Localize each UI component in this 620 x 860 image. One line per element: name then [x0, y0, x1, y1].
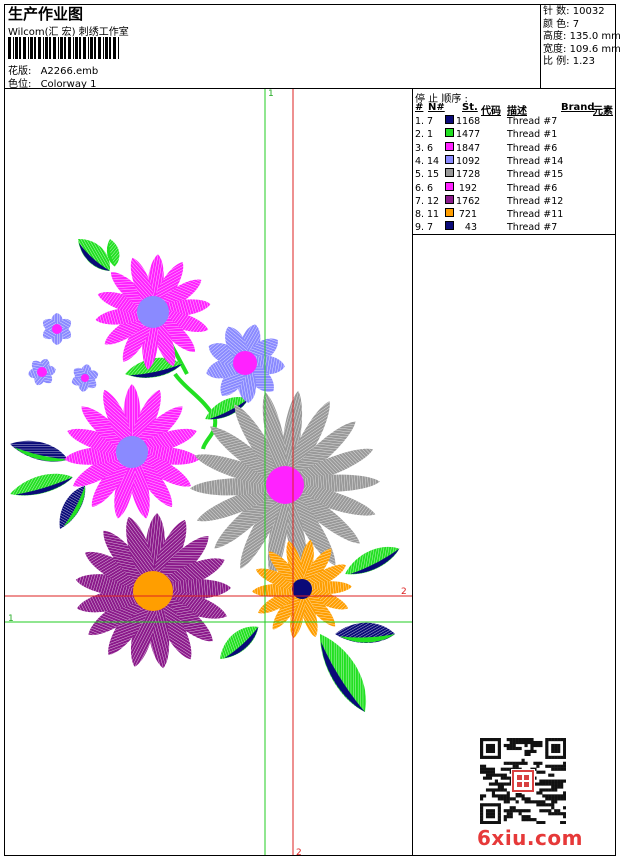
green-guide-label-left: 1 — [8, 614, 14, 624]
col-needle: N# — [428, 102, 445, 113]
stats-box: 针 数: 10032 颜 色: 7 高度: 135.0 mm 宽度: 109.6… — [543, 6, 620, 69]
stats-divider — [540, 4, 541, 89]
color-swatch — [445, 221, 454, 231]
leaf — [345, 546, 400, 575]
leaf — [10, 473, 73, 496]
row-index: 9. — [415, 222, 425, 234]
color-swatch — [445, 208, 454, 218]
row-needle: 12 — [427, 195, 440, 207]
color-swatch — [445, 115, 454, 124]
color-swatch — [445, 181, 454, 191]
stat-row: 高度: 135.0 mm — [543, 31, 620, 42]
red-guide-label-right: 2 — [401, 587, 407, 597]
row-description: Thread #11 — [507, 209, 564, 221]
sequence-row: 1. 7 1168 Thread #7 — [414, 115, 618, 128]
row-description: Thread #7 — [507, 116, 558, 127]
row-index: 8. — [415, 209, 425, 221]
color-swatch — [445, 194, 454, 204]
row-stitches: 192 — [458, 182, 477, 194]
purple-flower — [75, 513, 231, 669]
row-description: Thread #6 — [507, 182, 558, 194]
row-stitches: 43 — [464, 222, 477, 234]
row-index: 4. — [415, 155, 425, 167]
color-swatch — [445, 154, 454, 164]
row-stitches: 1477 — [456, 129, 481, 141]
sequence-row: 7. 12 1762 Thread #12 — [414, 194, 618, 208]
color-swatch — [445, 141, 454, 151]
sequence-row: 6. 6 192 Thread #6 — [414, 181, 618, 195]
seal-stamp — [511, 769, 535, 793]
pink-flower-middle — [64, 384, 200, 519]
stat-row: 比 例: 1.23 — [543, 56, 596, 67]
row-index: 2. — [415, 129, 425, 141]
row-needle: 7 — [427, 222, 434, 234]
sequence-row: 9. 7 43 Thread #7 — [414, 221, 618, 234]
row-index: 5. — [415, 169, 425, 181]
row-needle: 11 — [427, 209, 440, 221]
leaf — [10, 440, 68, 462]
row-description: Thread #15 — [507, 169, 564, 181]
row-stitches: 1728 — [456, 169, 481, 181]
leaf — [335, 622, 395, 643]
col-index: # — [415, 102, 424, 113]
small-flower — [28, 358, 56, 386]
green-guide-label-top: 1 — [268, 89, 274, 99]
row-stitches: 721 — [458, 209, 477, 221]
row-needle: 1 — [427, 129, 434, 141]
sequence-row: 8. 11 721 Thread #11 — [414, 208, 618, 221]
row-description: Thread #6 — [507, 142, 558, 154]
sequence-header: # N# St. 代码 描述 Brand 元素 — [414, 102, 618, 117]
leaf — [59, 485, 86, 529]
small-flower — [42, 313, 72, 345]
row-description: Thread #1 — [507, 129, 558, 141]
row-needle: 14 — [427, 155, 440, 167]
row-needle: 7 — [427, 116, 434, 127]
qr-code — [480, 738, 566, 824]
row-description: Thread #12 — [507, 195, 564, 207]
row-stitches: 1092 — [456, 155, 481, 167]
stat-row: 针 数: 10032 — [543, 6, 605, 17]
red-guide-label-bottom: 2 — [296, 848, 302, 855]
sequence-row: 4. 14 1092 Thread #14 — [414, 154, 618, 168]
sequence-row: 2. 1 1477 Thread #1 — [414, 128, 618, 141]
row-needle: 15 — [427, 169, 440, 181]
sequence-row: 3. 6 1847 Thread #6 — [414, 141, 618, 155]
small-flower — [71, 364, 99, 392]
row-needle: 6 — [427, 182, 434, 194]
col-stitches: St. — [462, 102, 478, 113]
sequence-row: 5. 15 1728 Thread #15 — [414, 168, 618, 181]
stat-row: 宽度: 109.6 mm — [543, 43, 620, 55]
page-title: 生产作业图 — [8, 5, 84, 23]
lavender-flower — [206, 324, 285, 403]
pink-flower-top — [95, 254, 211, 370]
row-description: Thread #14 — [507, 155, 564, 167]
color-swatch — [445, 128, 454, 138]
embroidery-canvas: 1 1 2 2 — [5, 89, 412, 855]
watermark: 6xiu.com — [477, 826, 583, 850]
row-stitches: 1762 — [456, 195, 481, 207]
panel-divider — [412, 88, 413, 856]
row-stitches: 1168 — [456, 116, 481, 127]
row-description: Thread #7 — [507, 222, 558, 234]
row-stitches: 1847 — [456, 142, 481, 154]
company-name: Wilcom(汇 宏) 刺绣工作室 — [8, 27, 129, 38]
row-index: 1. — [415, 116, 425, 127]
col-brand: Brand — [561, 102, 595, 113]
leaf — [220, 626, 259, 659]
stat-row: 颜 色: 7 — [543, 18, 580, 30]
row-index: 6. — [415, 182, 425, 194]
row-index: 7. — [415, 195, 425, 207]
row-needle: 6 — [427, 142, 434, 154]
color-swatch — [445, 168, 454, 178]
row-index: 3. — [415, 142, 425, 154]
barcode — [8, 37, 119, 59]
